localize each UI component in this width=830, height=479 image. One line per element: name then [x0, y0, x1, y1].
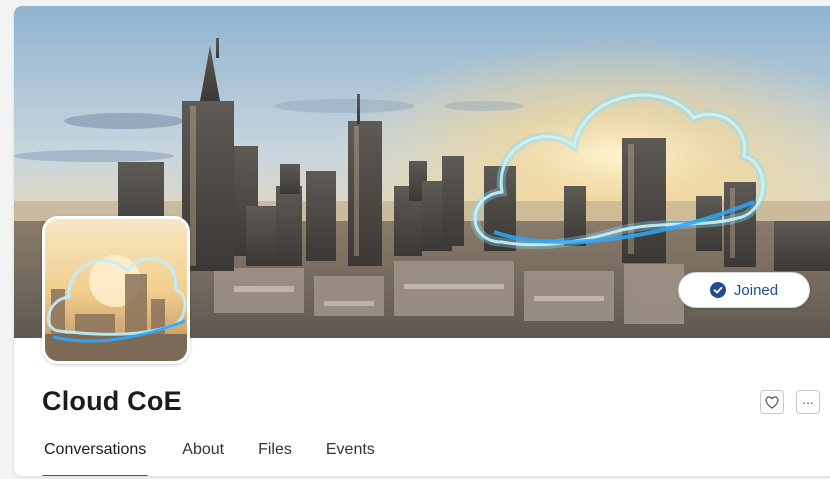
page-title: Cloud CoE [42, 386, 182, 416]
joined-label: Joined [733, 281, 779, 299]
tab-bar: Conversations About Files Events [42, 440, 377, 476]
group-header-card: Joined Cloud CoE ... Conversations About… [14, 6, 830, 476]
more-options-button[interactable]: ... [796, 390, 820, 414]
tab-files[interactable]: Files [256, 440, 294, 476]
more-options-icon: ... [802, 393, 814, 407]
group-avatar [42, 216, 190, 364]
tab-events[interactable]: Events [324, 440, 377, 476]
tab-conversations[interactable]: Conversations [42, 440, 149, 476]
check-circle-icon [709, 282, 726, 298]
like-button[interactable] [760, 390, 784, 414]
heart-icon [765, 395, 779, 409]
tab-about[interactable]: About [180, 440, 226, 476]
joined-button[interactable]: Joined [678, 272, 810, 308]
